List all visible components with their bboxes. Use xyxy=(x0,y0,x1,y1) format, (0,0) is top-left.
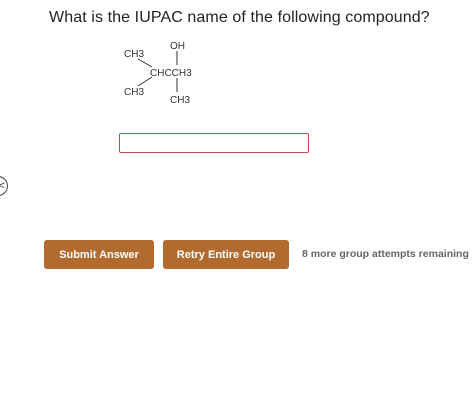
chemical-structure: OH CH3 CHCCH3 CH3 CH3 xyxy=(110,36,220,112)
side-panel-toggle[interactable]: < xyxy=(0,176,8,196)
question-text: What is the IUPAC name of the following … xyxy=(49,9,430,26)
chevron-left-icon: < xyxy=(0,179,5,192)
ch3-bottom-label: CH3 xyxy=(170,95,190,106)
submit-answer-button[interactable]: Submit Answer xyxy=(44,240,154,269)
answer-input[interactable] xyxy=(119,133,309,153)
ch3-top-left-label: CH3 xyxy=(124,49,144,60)
bond-top-left xyxy=(137,58,153,68)
attempts-remaining-text: 8 more group attempts remaining xyxy=(302,248,469,260)
retry-entire-group-button[interactable]: Retry Entire Group xyxy=(163,240,289,269)
main-chain-label: CHCCH3 xyxy=(150,68,192,79)
oh-label: OH xyxy=(170,41,185,52)
structure-diagram: OH CH3 CHCCH3 CH3 CH3 xyxy=(124,41,192,106)
ch3-bottom-left-label: CH3 xyxy=(124,87,144,98)
